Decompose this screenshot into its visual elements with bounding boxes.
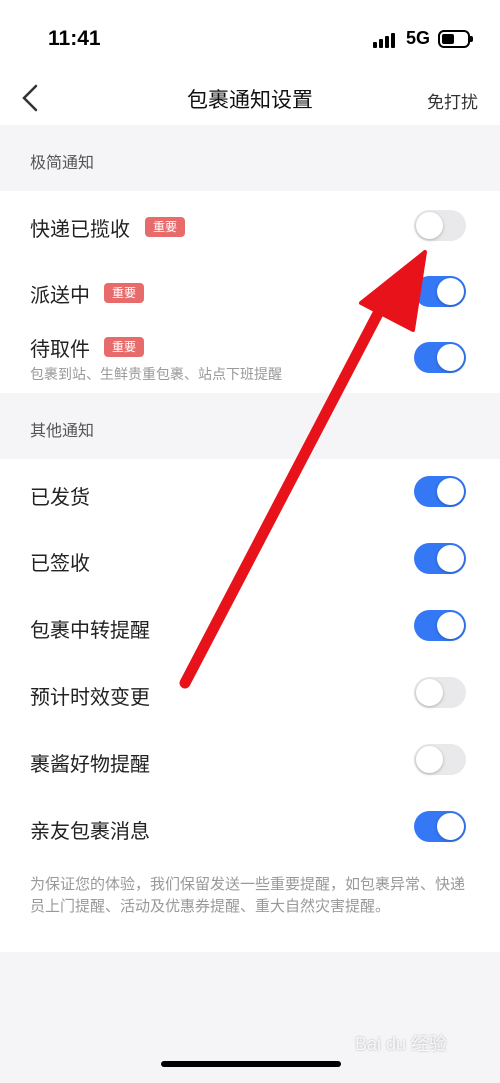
section-header-other: 其他通知 — [0, 393, 500, 459]
nav-bar: 包裹通知设置 免打扰 — [0, 80, 500, 125]
row-label: 裹酱好物提醒 — [30, 752, 150, 776]
list-item-eta-change[interactable]: 预计时效变更 — [0, 659, 500, 726]
network-label: 5G — [406, 28, 431, 48]
toggle-goods-reminder[interactable] — [414, 744, 466, 775]
toggle-collected[interactable] — [414, 210, 466, 241]
row-label: 已发货 — [30, 485, 90, 509]
toggle-transit[interactable] — [414, 610, 466, 641]
signal-icon — [373, 32, 401, 48]
list-item-transit[interactable]: 包裹中转提醒 — [0, 592, 500, 659]
page-title: 包裹通知设置 — [187, 88, 313, 112]
toggle-eta-change[interactable] — [414, 677, 466, 708]
row-label: 快递已揽收 — [30, 217, 130, 241]
do-not-disturb-button[interactable]: 免打扰 — [427, 88, 478, 113]
row-label: 已签收 — [30, 551, 90, 575]
toggle-family-parcel[interactable] — [414, 811, 466, 842]
section-title-other: 其他通知 — [30, 421, 95, 440]
row-label: 待取件 — [30, 337, 90, 361]
list-item-goods-reminder[interactable]: 裹酱好物提醒 — [0, 726, 500, 793]
list-item-shipped[interactable]: 已发货 — [0, 459, 500, 525]
row-label: 预计时效变更 — [30, 685, 150, 709]
list-item-family-parcel[interactable]: 亲友包裹消息 — [0, 793, 500, 860]
important-badge: 重要 — [104, 283, 145, 303]
list-item-delivering[interactable]: 派送中 重要 — [0, 257, 500, 323]
toggle-signed[interactable] — [414, 543, 466, 574]
footer-note: 为保证您的体验，我们保留发送一些重要提醒，如包裹异常、快递员上门提醒、活动及优惠… — [30, 875, 466, 915]
row-label: 包裹中转提醒 — [30, 618, 150, 642]
important-badge: 重要 — [145, 217, 186, 237]
row-label: 派送中 — [30, 283, 90, 307]
section-title-minimal: 极简通知 — [30, 153, 95, 172]
important-badge: 重要 — [104, 337, 145, 357]
row-subtitle: 包裹到站、生鲜贵重包裹、站点下班提醒 — [30, 367, 282, 383]
section-header-minimal: 极简通知 — [0, 125, 500, 191]
row-label: 亲友包裹消息 — [30, 819, 150, 843]
battery-icon — [438, 30, 473, 48]
toggle-delivering[interactable] — [414, 276, 466, 307]
list-item-signed[interactable]: 已签收 — [0, 525, 500, 592]
list-item-pickup[interactable]: 待取件 重要 包裹到站、生鲜贵重包裹、站点下班提醒 — [0, 323, 500, 393]
minimal-list: 快递已揽收 重要 派送中 重要 待取件 重要 包裹到站、生鲜贵重包裹、站点下班提… — [0, 191, 500, 393]
list-item-collected[interactable]: 快递已揽收 重要 — [0, 191, 500, 257]
other-list: 已发货 已签收 包裹中转提醒 预计时效变更 裹酱好物提醒 亲友包裹消息 — [0, 459, 500, 860]
watermark: Bai du 经验 — [355, 1034, 448, 1054]
toggle-pickup[interactable] — [414, 342, 466, 373]
toggle-shipped[interactable] — [414, 476, 466, 507]
home-indicator[interactable] — [161, 1061, 341, 1067]
status-time: 11:41 — [48, 27, 101, 50]
status-bar: 11:41 5G — [0, 0, 500, 80]
